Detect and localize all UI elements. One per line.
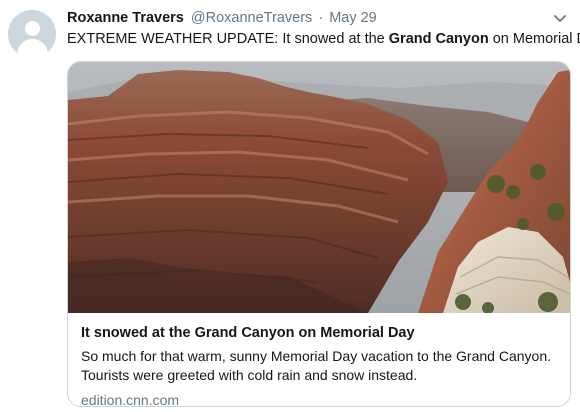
display-name[interactable]: Roxanne Travers — [67, 10, 184, 26]
user-handle[interactable]: @RoxanneTravers — [191, 10, 312, 26]
card-body: It snowed at the Grand Canyon on Memoria… — [81, 324, 561, 406]
tweet-text-part-1: EXTREME WEATHER UPDATE: It snowed at the — [67, 31, 389, 47]
card-domain[interactable]: edition.cnn.com — [81, 391, 561, 406]
avatar-shoulders — [17, 39, 48, 58]
chevron-down-icon[interactable] — [552, 12, 568, 26]
tweet-text-part-2: on Memorial Day — [492, 31, 580, 47]
default-avatar-icon[interactable] — [8, 10, 56, 58]
tweet-text-bold: Grand Canyon — [388, 31, 489, 47]
avatar-head — [25, 21, 40, 36]
tweet-text: EXTREME WEATHER UPDATE: It snowed at the… — [67, 30, 580, 48]
tweet-header: Roxanne Travers @RoxanneTravers · May 29 — [67, 9, 377, 27]
card-title[interactable]: It snowed at the Grand Canyon on Memoria… — [81, 324, 561, 342]
link-card[interactable]: It snowed at the Grand Canyon on Memoria… — [67, 61, 571, 407]
separator-dot: · — [318, 10, 324, 26]
tweet[interactable]: Roxanne Travers @RoxanneTravers · May 29… — [0, 0, 580, 412]
card-description: So much for that warm, sunny Memorial Da… — [81, 348, 551, 383]
grand-canyon-photo[interactable] — [68, 62, 570, 313]
tweet-date[interactable]: May 29 — [329, 10, 377, 26]
